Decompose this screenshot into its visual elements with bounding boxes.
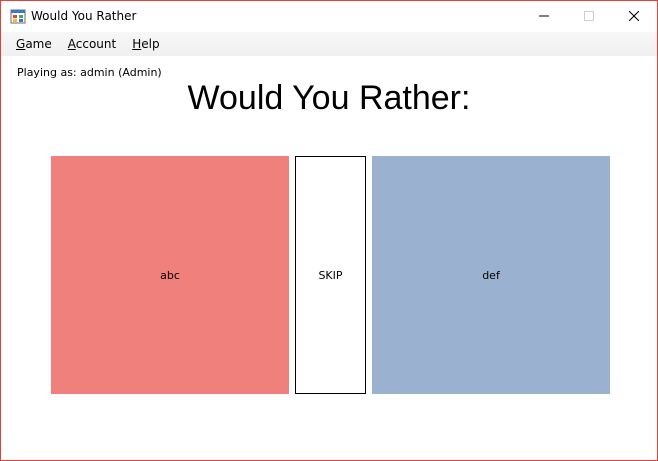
minimize-button[interactable] (521, 1, 567, 31)
page-title: Would You Rather: (187, 79, 471, 117)
playing-as-label: Playing as: admin (Admin) (17, 66, 162, 79)
skip-label: SKIP (318, 268, 343, 282)
window-title: Would You Rather (31, 9, 137, 23)
skip-button[interactable]: SKIP (295, 156, 366, 394)
menu-game[interactable]: Game (9, 32, 61, 56)
option-a-label: abc (160, 268, 180, 282)
option-b-label: def (482, 268, 500, 282)
menu-account[interactable]: Account (61, 32, 125, 56)
menu-bar: Game Account Help (1, 32, 657, 56)
app-window-icon[interactable] (10, 9, 26, 25)
option-b-button[interactable]: def (372, 156, 610, 394)
close-button[interactable] (611, 1, 657, 31)
option-a-button[interactable]: abc (51, 156, 289, 394)
title-bar[interactable]: Would You Rather (1, 1, 657, 32)
maximize-button[interactable] (566, 1, 612, 31)
minimize-icon (539, 15, 549, 17)
close-icon (629, 11, 639, 21)
maximize-icon (584, 11, 594, 21)
menu-help[interactable]: Help (125, 32, 168, 56)
app-window: Would You Rather Game Account Help Playi… (0, 0, 658, 461)
